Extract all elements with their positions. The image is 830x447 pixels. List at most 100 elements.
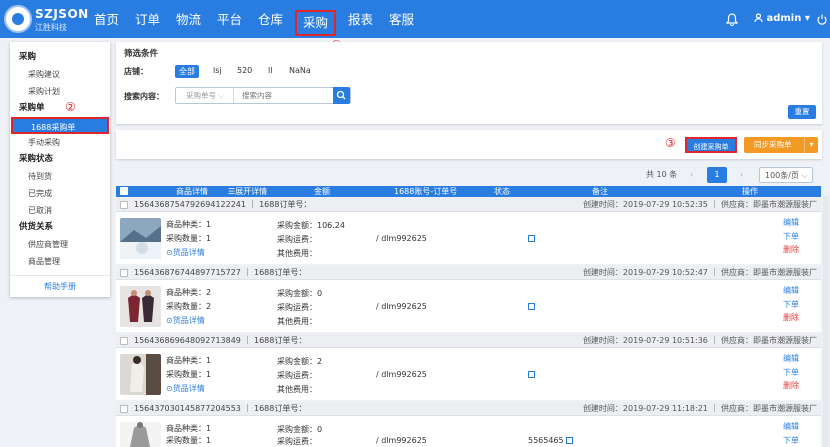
row-checkbox[interactable]	[120, 337, 128, 345]
edit-remark-icon[interactable]	[528, 235, 535, 242]
other-fees: 其他费用：	[277, 385, 317, 394]
nav-home[interactable]: 首页	[86, 0, 127, 38]
search-button[interactable]	[333, 87, 350, 104]
sidebar-item-awaiting[interactable]: 待到货	[10, 168, 110, 185]
header-account: 1688账号-订单号	[394, 187, 458, 196]
sidebar-item-supplier[interactable]: 供应商管理	[10, 236, 110, 253]
nav-service[interactable]: 客服	[381, 0, 422, 38]
user-name: admin	[766, 13, 802, 24]
filter-title: 筛选条件	[124, 49, 159, 59]
remark-text: 5565465	[528, 436, 564, 445]
nav-purchase[interactable]: 采购	[295, 10, 336, 36]
edit-button[interactable]: 编辑	[783, 420, 813, 434]
delete-button[interactable]: 删除	[783, 379, 813, 393]
search-input[interactable]	[238, 88, 328, 103]
nav-platform[interactable]: 平台	[209, 0, 250, 38]
sync-dropdown-button[interactable]: ▾	[804, 137, 818, 153]
info-circle-icon: ⊙	[166, 248, 173, 257]
user-icon	[754, 13, 763, 23]
delete-button[interactable]: 删除	[783, 311, 813, 325]
purchase-qty: 采购数量：1	[166, 436, 212, 445]
store-filter-ll[interactable]: ll	[264, 65, 276, 76]
goods-detail-link[interactable]: ⊙货品详情	[166, 246, 205, 259]
nav-orders[interactable]: 订单	[127, 0, 168, 38]
product-thumbnail	[120, 286, 161, 327]
purchase-amount: 采购金额：106.24	[277, 221, 345, 230]
sync-purchase-order-button[interactable]: 同步采购单	[744, 137, 804, 153]
create-purchase-order-button[interactable]: 创建采购单	[685, 137, 737, 153]
place-order-button[interactable]: 下单	[783, 366, 813, 380]
edit-button[interactable]: 编辑	[783, 216, 813, 230]
expand-detail-toggle[interactable]: ☰展开详情	[228, 186, 267, 197]
order-ops: 编辑 下单 删除	[783, 216, 813, 257]
store-filter-nana[interactable]: NaNa	[285, 65, 315, 76]
help-manual-link[interactable]: 帮助手册	[10, 275, 110, 297]
header-remark: 备注	[592, 187, 608, 196]
edit-button[interactable]: 编辑	[783, 284, 813, 298]
power-icon[interactable]	[817, 14, 827, 25]
annotation-3: ③	[665, 136, 676, 150]
other-fees: 其他费用：	[277, 249, 317, 258]
pager-current-page[interactable]: 1	[707, 167, 727, 183]
order-id: 156436869648092713849 ｜ 1688订单号：	[134, 336, 307, 345]
search-box: 采购单号 ⌵	[175, 87, 351, 104]
sidebar-item-purchase-plan[interactable]: 采购计划	[10, 83, 110, 100]
order-info: 创建时间：2019-07-29 10:52:35 ｜ 供应商：即墨市潮源服装厂	[582, 200, 817, 209]
goods-detail-link[interactable]: ⊙货品详情	[166, 314, 205, 327]
logo-icon	[4, 5, 32, 33]
order-row: 1564368754792694122241 ｜ 1688订单号： 创建时间：2…	[116, 198, 821, 264]
row-checkbox[interactable]	[120, 269, 128, 277]
order-info: 创建时间：2019-07-29 11:18:21 ｜ 供应商：即墨市潮源服装厂	[582, 404, 817, 413]
store-filter-520[interactable]: 520	[233, 65, 256, 76]
order-row: 156436869648092713849 ｜ 1688订单号： 创建时间：20…	[116, 334, 821, 400]
edit-remark-icon[interactable]	[528, 371, 535, 378]
order-header: 1564368754792694122241 ｜ 1688订单号： 创建时间：2…	[116, 198, 821, 212]
sidebar-item-1688-order[interactable]: 1688采购单	[11, 117, 109, 134]
order-id: 156437030145877204553 ｜ 1688订单号：	[134, 404, 307, 413]
place-order-button[interactable]: 下单	[783, 434, 813, 447]
account-order: / dlm992625	[376, 436, 427, 445]
brand-name: SZJSON	[35, 7, 89, 21]
edit-remark-icon[interactable]	[566, 437, 573, 444]
product-thumbnail	[120, 422, 161, 447]
reset-button[interactable]: 重置	[788, 105, 816, 119]
purchase-amount: 采购金额：2	[277, 357, 323, 366]
place-order-button[interactable]: 下单	[783, 230, 813, 244]
nav-reports[interactable]: 报表	[340, 0, 381, 38]
goods-detail-link[interactable]: ⊙货品详情	[166, 382, 205, 395]
purchase-freight: 采购运费：	[277, 303, 317, 312]
bell-icon[interactable]	[726, 13, 738, 26]
page-size-select[interactable]: 100条/页 ⌵	[759, 167, 813, 183]
sidebar-item-product[interactable]: 商品管理	[10, 253, 110, 270]
search-label: 搜索内容：	[124, 92, 164, 101]
edit-button[interactable]: 编辑	[783, 352, 813, 366]
user-menu[interactable]: admin ▾	[754, 13, 810, 24]
sidebar-item-cancelled[interactable]: 已取消	[10, 202, 110, 219]
order-header: 156436876744897715727 ｜ 1688订单号： 创建时间：20…	[116, 266, 821, 280]
place-order-button[interactable]: 下单	[783, 298, 813, 312]
sidebar-item-manual-purchase[interactable]: 手动采购	[10, 134, 110, 151]
store-filter-all[interactable]: 全部	[175, 65, 199, 78]
sidebar-group-supply: 供货关系	[19, 222, 54, 232]
row-checkbox[interactable]	[120, 201, 128, 209]
nav-warehouse[interactable]: 仓库	[250, 0, 291, 38]
sidebar-item-completed[interactable]: 已完成	[10, 185, 110, 202]
store-label: 店铺：	[124, 67, 148, 76]
nav-logistics[interactable]: 物流	[168, 0, 209, 38]
sidebar-item-purchase-suggestion[interactable]: 采购建议	[10, 66, 110, 83]
brand-subtitle: 江胜科技	[35, 23, 67, 32]
scrollbar[interactable]	[823, 196, 829, 447]
order-header: 156436869648092713849 ｜ 1688订单号： 创建时间：20…	[116, 334, 821, 348]
annotation-2: ②	[65, 100, 76, 114]
pager-prev[interactable]: ‹	[690, 167, 693, 183]
row-checkbox[interactable]	[120, 405, 128, 413]
edit-remark-icon[interactable]	[528, 303, 535, 310]
purchase-qty: 采购数量：2	[166, 302, 212, 311]
select-all-checkbox[interactable]	[120, 187, 128, 195]
store-filter-lsj[interactable]: lsj	[209, 65, 226, 76]
search-type-select[interactable]: 采购单号 ⌵	[176, 88, 234, 103]
chevron-down-icon: ▾	[804, 13, 810, 24]
purchase-freight: 采购运费：	[277, 235, 317, 244]
pager-next[interactable]: ›	[740, 167, 743, 183]
delete-button[interactable]: 删除	[783, 243, 813, 257]
